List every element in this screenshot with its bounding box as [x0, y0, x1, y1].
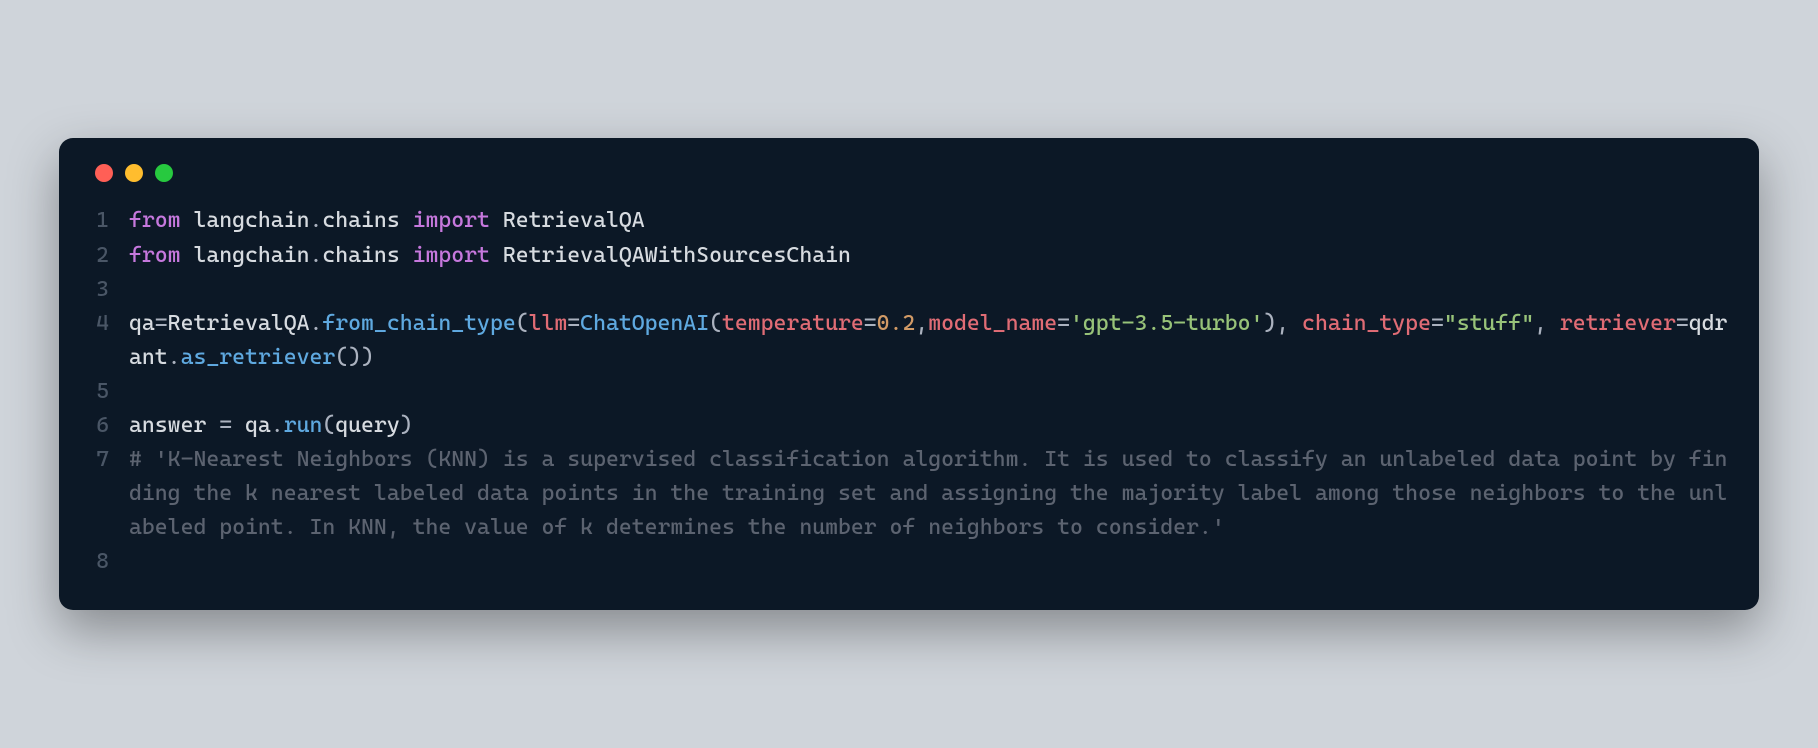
line-number: 7 — [89, 443, 129, 477]
code-content: qa=RetrievalQA.from_chain_type(llm=ChatO… — [129, 307, 1729, 375]
code-line: 3 — [89, 273, 1729, 307]
line-number: 6 — [89, 409, 129, 443]
close-icon[interactable] — [95, 164, 113, 182]
maximize-icon[interactable] — [155, 164, 173, 182]
code-line: 6 answer = qa.run(query) — [89, 409, 1729, 443]
code-line: 8 — [89, 545, 1729, 579]
line-number: 1 — [89, 204, 129, 238]
line-number: 4 — [89, 307, 129, 341]
code-line: 5 — [89, 375, 1729, 409]
code-block: 1 from langchain.chains import Retrieval… — [89, 204, 1729, 579]
code-window: 1 from langchain.chains import Retrieval… — [59, 138, 1759, 609]
line-number: 8 — [89, 545, 129, 579]
code-content: answer = qa.run(query) — [129, 409, 1729, 443]
traffic-lights — [95, 164, 1729, 182]
line-number: 5 — [89, 375, 129, 409]
line-number: 2 — [89, 239, 129, 273]
minimize-icon[interactable] — [125, 164, 143, 182]
code-line: 2 from langchain.chains import Retrieval… — [89, 239, 1729, 273]
code-line: 7 # 'K-Nearest Neighbors (KNN) is a supe… — [89, 443, 1729, 545]
code-content: from langchain.chains import RetrievalQA… — [129, 239, 1729, 273]
line-number: 3 — [89, 273, 129, 307]
code-content: from langchain.chains import RetrievalQA — [129, 204, 1729, 238]
code-line: 4 qa=RetrievalQA.from_chain_type(llm=Cha… — [89, 307, 1729, 375]
code-content: # 'K-Nearest Neighbors (KNN) is a superv… — [129, 443, 1729, 545]
code-line: 1 from langchain.chains import Retrieval… — [89, 204, 1729, 238]
